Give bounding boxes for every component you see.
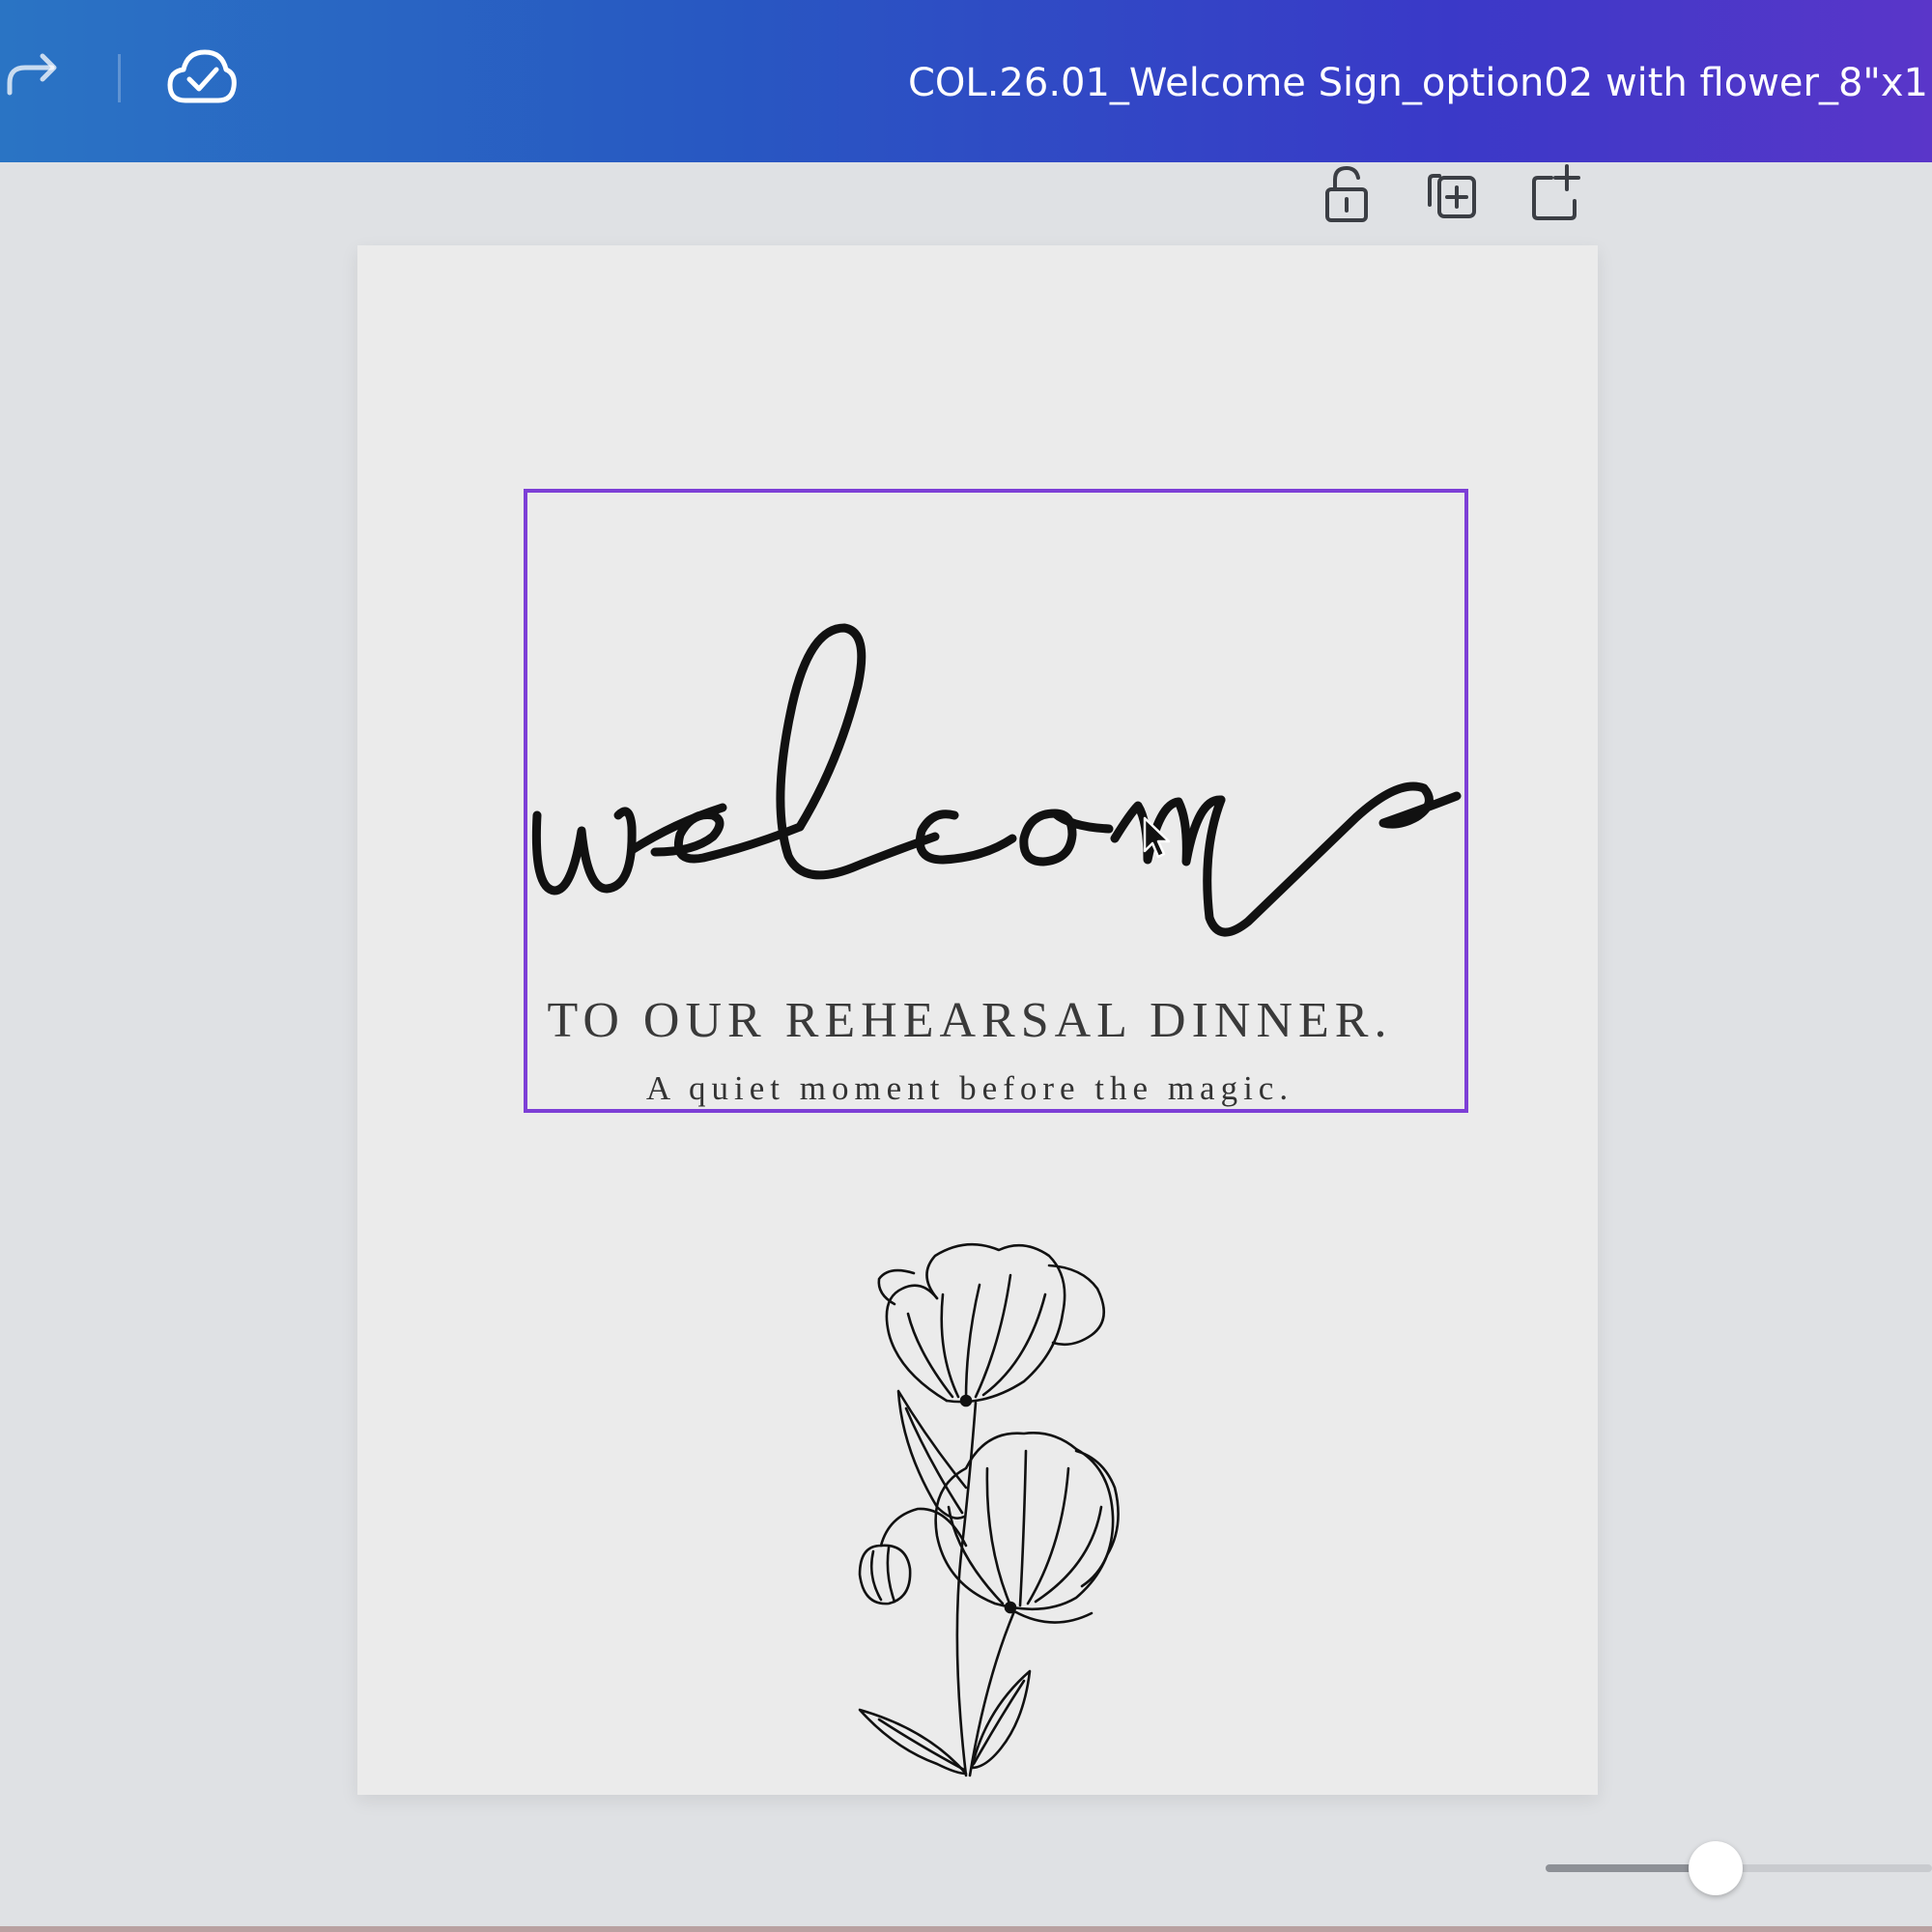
redo-icon[interactable] (0, 50, 68, 108)
document-title[interactable]: COL.26.01_Welcome Sign_option02 with flo… (908, 54, 1932, 112)
zoom-slider-thumb[interactable] (1689, 1841, 1743, 1895)
mouse-cursor-icon (1143, 816, 1171, 859)
editor-top-bar: COL.26.01_Welcome Sign_option02 with flo… (0, 0, 1932, 162)
toolbar-divider (118, 54, 121, 102)
tagline-text[interactable]: A quiet moment before the magic. (529, 1065, 1410, 1113)
duplicate-page-icon[interactable] (1426, 164, 1480, 224)
lock-open-icon[interactable] (1321, 164, 1376, 224)
add-page-icon[interactable] (1530, 164, 1584, 224)
bottom-edge (0, 1926, 1932, 1932)
cloud-check-icon[interactable] (166, 46, 238, 110)
headline-text[interactable]: TO OUR REHEARSAL DINNER. (529, 987, 1410, 1055)
poppy-flower-illustration[interactable] (821, 1227, 1169, 1797)
